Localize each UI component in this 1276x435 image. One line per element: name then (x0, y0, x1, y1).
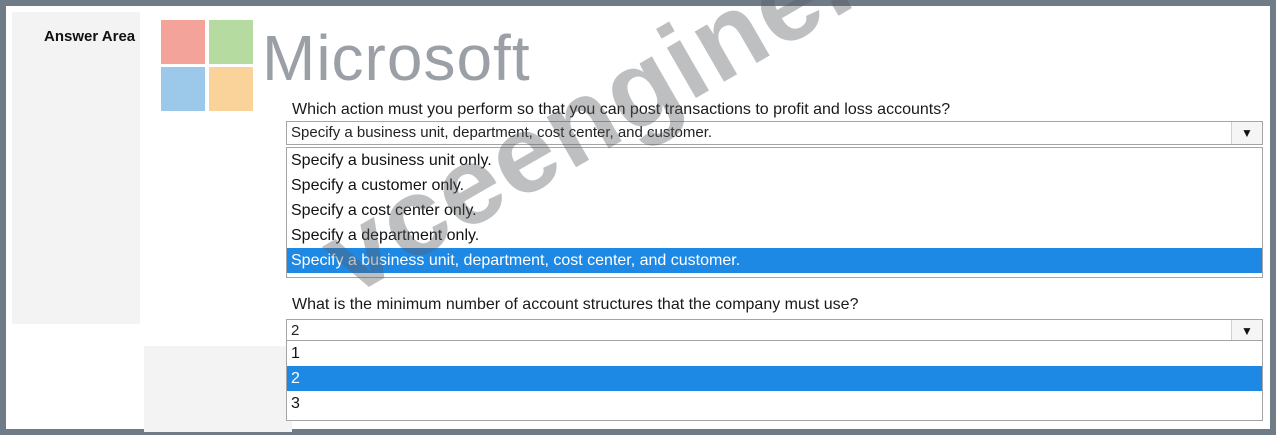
option-item[interactable]: Specify a department only. (287, 223, 1262, 248)
answer-area-label: Answer Area (44, 28, 136, 45)
option-item[interactable]: Specify a business unit, department, cos… (287, 248, 1262, 273)
chevron-down-icon[interactable]: ▼ (1231, 122, 1262, 144)
question-2-text: What is the minimum number of account st… (292, 296, 859, 313)
option-item[interactable]: 2 (287, 366, 1262, 391)
logo-square-red (161, 20, 205, 64)
option-item[interactable]: Specify a cost center only. (287, 198, 1262, 223)
logo-square-green (209, 20, 253, 64)
logo-square-blue (161, 67, 205, 111)
option-item[interactable]: Specify a business unit only. (287, 148, 1262, 173)
logo-wordmark: Microsoft (262, 22, 531, 94)
chevron-down-icon[interactable]: ▼ (1231, 320, 1262, 342)
question-1-options-list[interactable]: Specify a business unit only. Specify a c… (286, 147, 1263, 278)
question-1-text: Which action must you perform so that yo… (292, 101, 951, 118)
logo-square-yellow (209, 67, 253, 111)
question-2-options-list[interactable]: 123 (286, 340, 1263, 421)
answer-frame: Answer Area Microsoft Which action must … (6, 6, 1270, 432)
left-panel (12, 12, 140, 324)
option-item[interactable]: 3 (287, 391, 1262, 416)
question-1-dropdown[interactable]: Specify a business unit, department, cos… (286, 121, 1263, 145)
question-2-selected-value: 2 (291, 322, 300, 339)
option-item[interactable]: 1 (287, 341, 1262, 366)
side-panel (144, 346, 292, 432)
question-1-selected-value: Specify a business unit, department, cos… (291, 124, 713, 141)
option-item[interactable]: Specify a customer only. (287, 173, 1262, 198)
